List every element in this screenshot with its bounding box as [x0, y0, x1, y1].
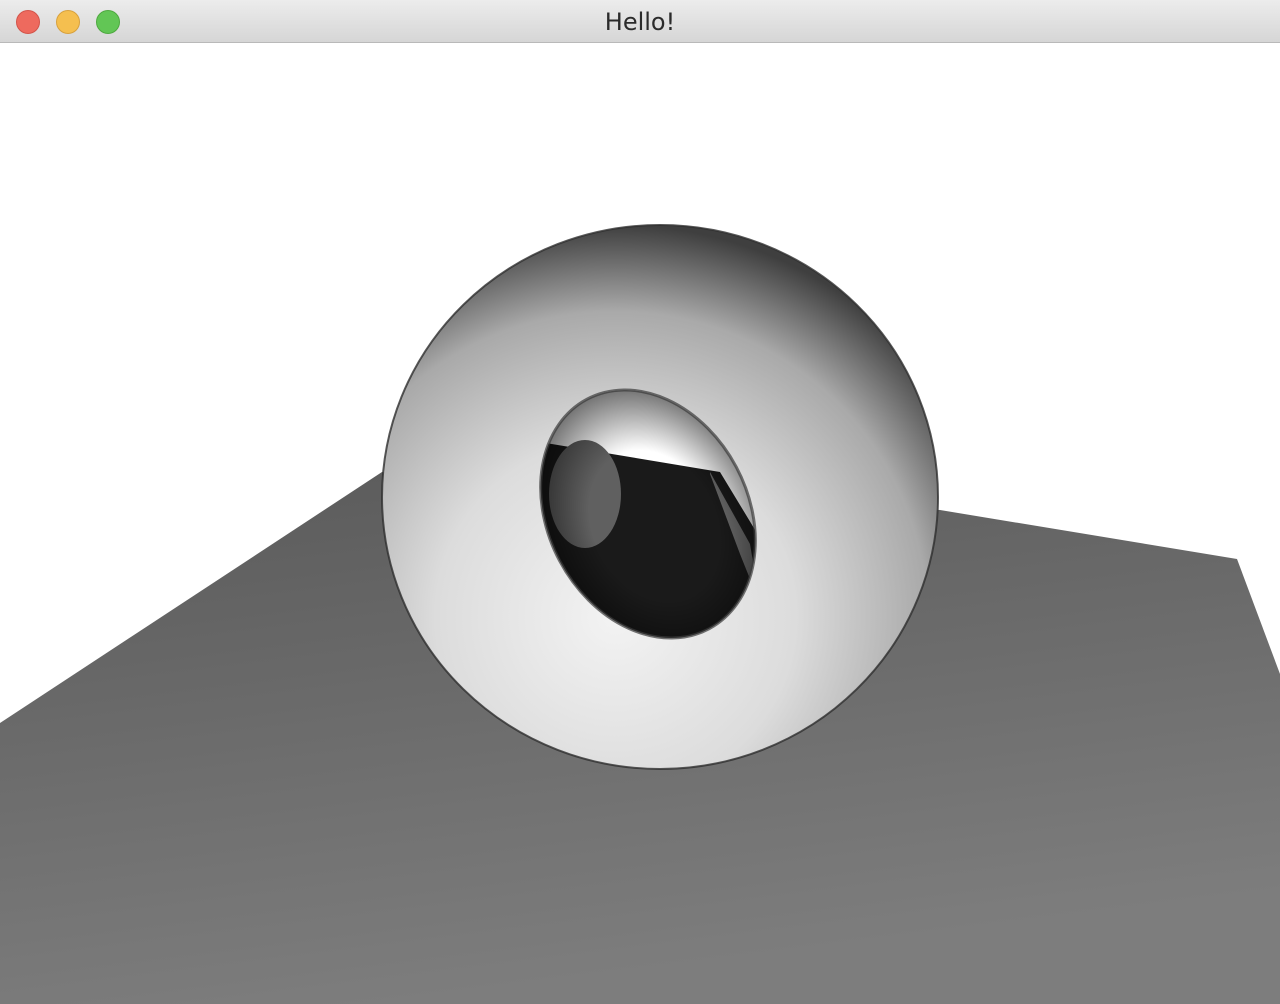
window-title: Hello! [604, 8, 676, 36]
title-bar[interactable]: Hello! [0, 0, 1280, 43]
render-viewport[interactable] [0, 44, 1280, 1004]
app-window: Hello! [0, 0, 1280, 1004]
3d-scene [0, 224, 1280, 1004]
